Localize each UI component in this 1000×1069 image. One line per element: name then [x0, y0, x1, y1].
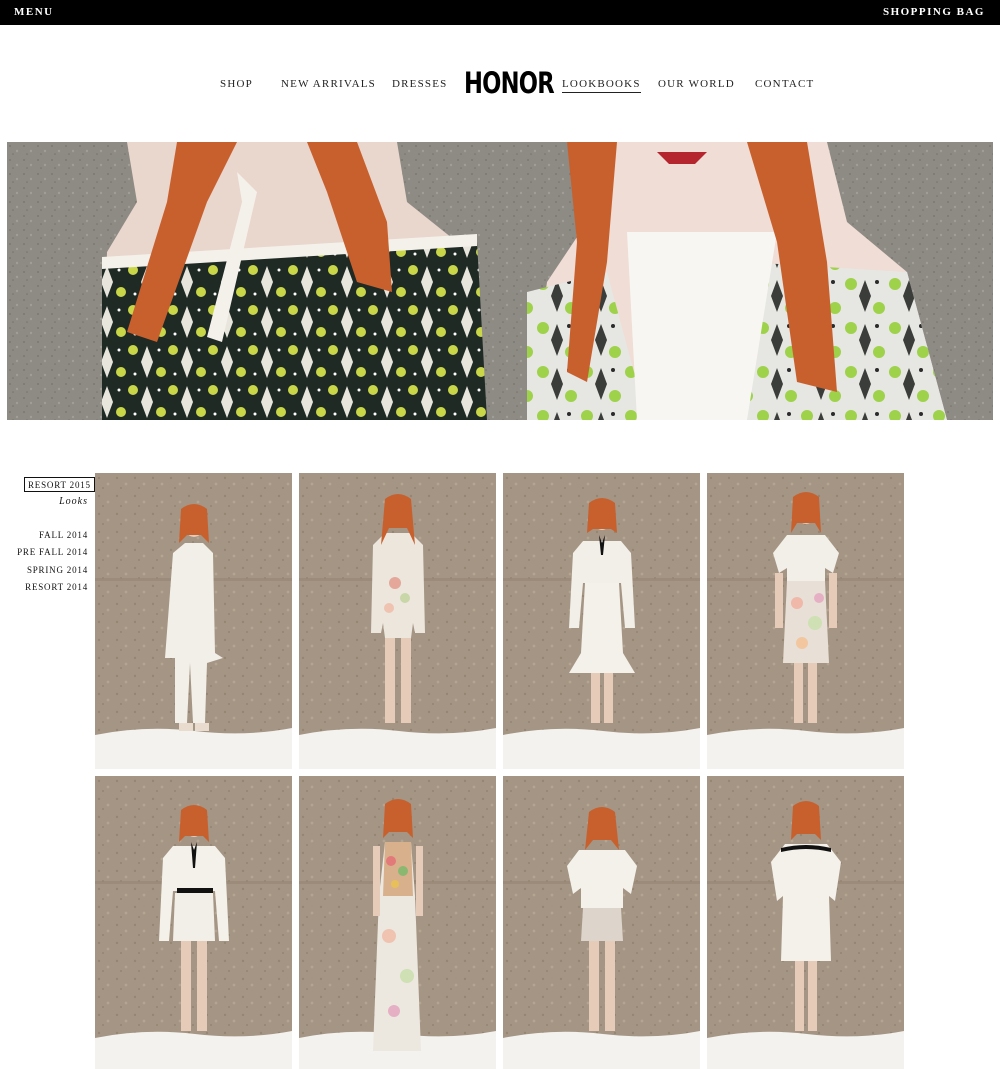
look-thumbnail[interactable]: [503, 473, 700, 769]
hero-banner-image: [7, 142, 993, 420]
season-current-resort-2015[interactable]: RESORT 2015: [24, 477, 95, 492]
looks-label: Looks: [59, 496, 88, 507]
look-thumbnail[interactable]: [95, 776, 292, 1069]
nav-contact[interactable]: CONTACT: [755, 78, 814, 90]
top-bar: MENU SHOPPING BAG: [0, 0, 1000, 25]
season-link-pre-fall-2014[interactable]: PRE FALL 2014: [17, 547, 88, 557]
look-thumbnail[interactable]: [707, 776, 904, 1069]
season-link-spring-2014[interactable]: SPRING 2014: [27, 565, 88, 575]
nav-our-world[interactable]: OUR WORLD: [658, 78, 735, 90]
lookbook-grid: [95, 473, 905, 1069]
season-link-resort-2014[interactable]: RESORT 2014: [25, 582, 88, 592]
nav-shop[interactable]: SHOP: [220, 78, 253, 90]
nav-lookbooks[interactable]: LOOKBOOKS: [562, 78, 641, 93]
look-thumbnail[interactable]: [503, 776, 700, 1069]
brand-logo[interactable]: HONOR: [464, 66, 555, 100]
menu-button[interactable]: MENU: [14, 6, 54, 18]
nav-new-arrivals[interactable]: NEW ARRIVALS: [281, 78, 376, 90]
shopping-bag-button[interactable]: SHOPPING BAG: [883, 6, 985, 18]
season-link-fall-2014[interactable]: FALL 2014: [39, 530, 88, 540]
look-thumbnail[interactable]: [299, 473, 496, 769]
look-thumbnail[interactable]: [707, 473, 904, 769]
nav-dresses[interactable]: DRESSES: [392, 78, 447, 90]
main-nav: SHOP NEW ARRIVALS DRESSES HONOR LOOKBOOK…: [0, 60, 1000, 108]
look-thumbnail[interactable]: [299, 776, 496, 1069]
look-thumbnail[interactable]: [95, 473, 292, 769]
